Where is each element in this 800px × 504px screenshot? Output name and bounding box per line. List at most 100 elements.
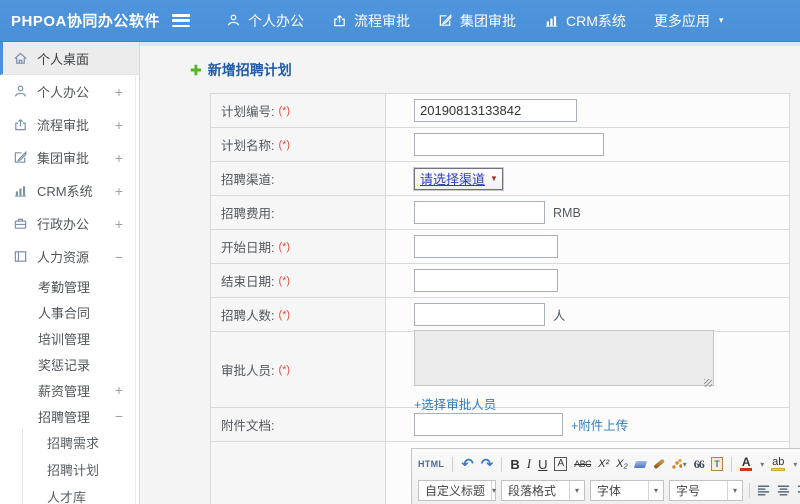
sidebar: 个人桌面 个人办公 + 流程审批 + 集团审批 + CRM系统 + 行政办公 +…	[0, 42, 140, 504]
align-left-icon[interactable]	[756, 483, 771, 498]
sidebar-item-hr[interactable]: 人力资源 −	[0, 240, 139, 273]
caret-down-icon[interactable]: ▾	[793, 460, 797, 469]
highlight-button[interactable]: ab	[771, 457, 786, 471]
undo-icon[interactable]: ↶	[461, 457, 474, 472]
flow-share-icon	[13, 117, 28, 132]
sidebar-item-workflow-approval[interactable]: 流程审批 +	[0, 108, 139, 141]
form-row-headcount: 招聘人数: (*) 人	[211, 298, 789, 332]
eraser-icon[interactable]	[633, 460, 647, 468]
subscript-button[interactable]: X₂	[616, 458, 628, 470]
app-window: PHPOA协同办公软件 个人办公 流程审批 集团审批 CRM系统 更多应用 ▾ …	[0, 0, 800, 504]
collapse-icon[interactable]: −	[115, 408, 123, 424]
sidebar-item-recruit-mgmt[interactable]: 招聘管理 −	[0, 403, 139, 429]
sidebar-item-admin-office[interactable]: 行政办公 +	[0, 207, 139, 240]
paragraph-format-dropdown[interactable]: 段落格式 ▾	[501, 479, 585, 501]
sidebar-item-group-approval[interactable]: 集团审批 +	[0, 141, 139, 174]
app-logo: PHPOA协同办公软件	[11, 13, 160, 30]
field-label: 审批人员:	[221, 364, 275, 378]
caret-down-icon[interactable]: ▾	[760, 460, 764, 469]
end-date-input[interactable]	[414, 269, 558, 292]
sidebar-item-personal-office[interactable]: 个人办公 +	[0, 75, 139, 108]
plus-icon: ✚	[190, 61, 202, 78]
attachment-input[interactable]	[414, 413, 563, 436]
nav-item-group-approval[interactable]: 集团审批	[438, 11, 516, 31]
edit-icon	[438, 13, 453, 28]
paste-text-button[interactable]: T	[710, 457, 724, 471]
approvers-textarea[interactable]	[414, 330, 714, 386]
field-label: 计划名称:	[221, 139, 275, 153]
cost-input[interactable]	[414, 201, 545, 224]
form-row-attachment: 附件文档: +附件上传	[211, 408, 789, 442]
sidebar-item-training[interactable]: 培训管理	[0, 325, 139, 351]
blockquote-button[interactable]: 66	[694, 457, 705, 472]
format-painter-icon[interactable]: ▾	[671, 459, 687, 469]
source-code-button[interactable]: HTML	[418, 459, 444, 469]
align-center-icon[interactable]	[776, 483, 791, 498]
channel-select[interactable]: 请选择渠道 ▼	[414, 167, 503, 190]
sidebar-item-desktop[interactable]: 个人桌面	[0, 42, 139, 75]
expand-icon[interactable]: +	[115, 150, 123, 166]
top-nav: 个人办公 流程审批 集团审批 CRM系统 更多应用 ▾	[226, 11, 723, 31]
resize-handle-icon[interactable]	[704, 379, 712, 387]
rich-text-editor: HTML ↶ ↷ B I U A ABC X² X₂ ▾ 66 T A ▾ ab…	[411, 448, 800, 504]
select-placeholder: 请选择渠道	[420, 172, 486, 187]
nav-label: 集团审批	[460, 12, 516, 29]
form-row-plan-number: 计划编号: (*)	[211, 94, 789, 128]
nav-item-more-apps[interactable]: 更多应用 ▾	[654, 11, 724, 31]
nav-item-crm[interactable]: CRM系统	[544, 11, 626, 31]
sidebar-item-talent-pool[interactable]: 人才库	[23, 483, 139, 504]
sidebar-item-rewards[interactable]: 奖惩记录	[0, 351, 139, 377]
sidebar-item-attendance[interactable]: 考勤管理	[0, 273, 139, 299]
font-family-dropdown[interactable]: 字体 ▾	[590, 479, 664, 501]
form-row-channel: 招聘渠道: 请选择渠道 ▼	[211, 162, 789, 196]
nav-item-personal-office[interactable]: 个人办公	[226, 11, 304, 31]
plan-number-input[interactable]	[414, 99, 577, 122]
headcount-input[interactable]	[414, 303, 545, 326]
nav-item-workflow-approval[interactable]: 流程审批	[332, 11, 410, 31]
redo-icon[interactable]: ↷	[481, 457, 494, 472]
auto-typeset-button[interactable]: A	[554, 457, 568, 471]
sidebar-item-recruit-demand[interactable]: 招聘需求	[23, 429, 139, 456]
menu-icon[interactable]	[172, 14, 190, 27]
form-row-cost: 招聘费用: RMB	[211, 196, 789, 230]
start-date-input[interactable]	[414, 235, 558, 258]
nav-label: 更多应用	[653, 12, 710, 29]
sidebar-item-salary[interactable]: 薪资管理 +	[0, 377, 139, 403]
form-row-plan-name: 计划名称: (*)	[211, 128, 789, 162]
recruit-submenu: 招聘需求 招聘计划 人才库	[22, 429, 139, 504]
form-row-approvers: 审批人员: (*) +选择审批人员	[211, 330, 789, 412]
required-mark: (*)	[278, 138, 291, 151]
caret-down-icon: ▼	[490, 174, 498, 183]
expand-icon[interactable]: +	[115, 84, 123, 100]
font-color-button[interactable]: A	[740, 456, 753, 471]
expand-icon[interactable]: +	[115, 183, 123, 199]
bold-button[interactable]: B	[510, 457, 519, 472]
collapse-icon[interactable]: −	[115, 249, 123, 265]
strikethrough-button[interactable]: ABC	[574, 459, 592, 469]
field-label: 招聘费用:	[221, 207, 275, 221]
sidebar-item-crm[interactable]: CRM系统 +	[0, 174, 139, 207]
required-mark: (*)	[278, 308, 291, 321]
main-content: ✚ 新增招聘计划 计划编号: (*) 计划名称: (*)	[140, 42, 800, 504]
expand-icon[interactable]: +	[115, 216, 123, 232]
flow-share-icon	[332, 13, 347, 28]
form-row-editor: HTML ↶ ↷ B I U A ABC X² X₂ ▾ 66 T A ▾ ab…	[211, 442, 800, 504]
plan-name-input[interactable]	[414, 133, 604, 156]
field-label: 结束日期:	[221, 275, 275, 289]
sidebar-item-recruit-plan[interactable]: 招聘计划	[23, 456, 139, 483]
unit-label: RMB	[553, 205, 581, 220]
custom-title-dropdown[interactable]: 自定义标题 ▾	[418, 479, 496, 501]
superscript-button[interactable]: X²	[598, 458, 609, 470]
sidebar-item-hr-contract[interactable]: 人事合同	[0, 299, 139, 325]
brush-icon[interactable]	[652, 458, 665, 470]
form-row-end-date: 结束日期: (*)	[211, 264, 789, 298]
font-size-dropdown[interactable]: 字号 ▾	[669, 479, 743, 501]
align-right-icon[interactable]	[796, 483, 800, 498]
field-label: 招聘人数:	[221, 309, 275, 323]
underline-button[interactable]: U	[538, 457, 547, 472]
expand-icon[interactable]: +	[115, 382, 123, 398]
attachment-upload-link[interactable]: +附件上传	[571, 415, 628, 434]
expand-icon[interactable]: +	[115, 117, 123, 133]
italic-button[interactable]: I	[527, 456, 531, 472]
book-icon	[13, 249, 28, 264]
